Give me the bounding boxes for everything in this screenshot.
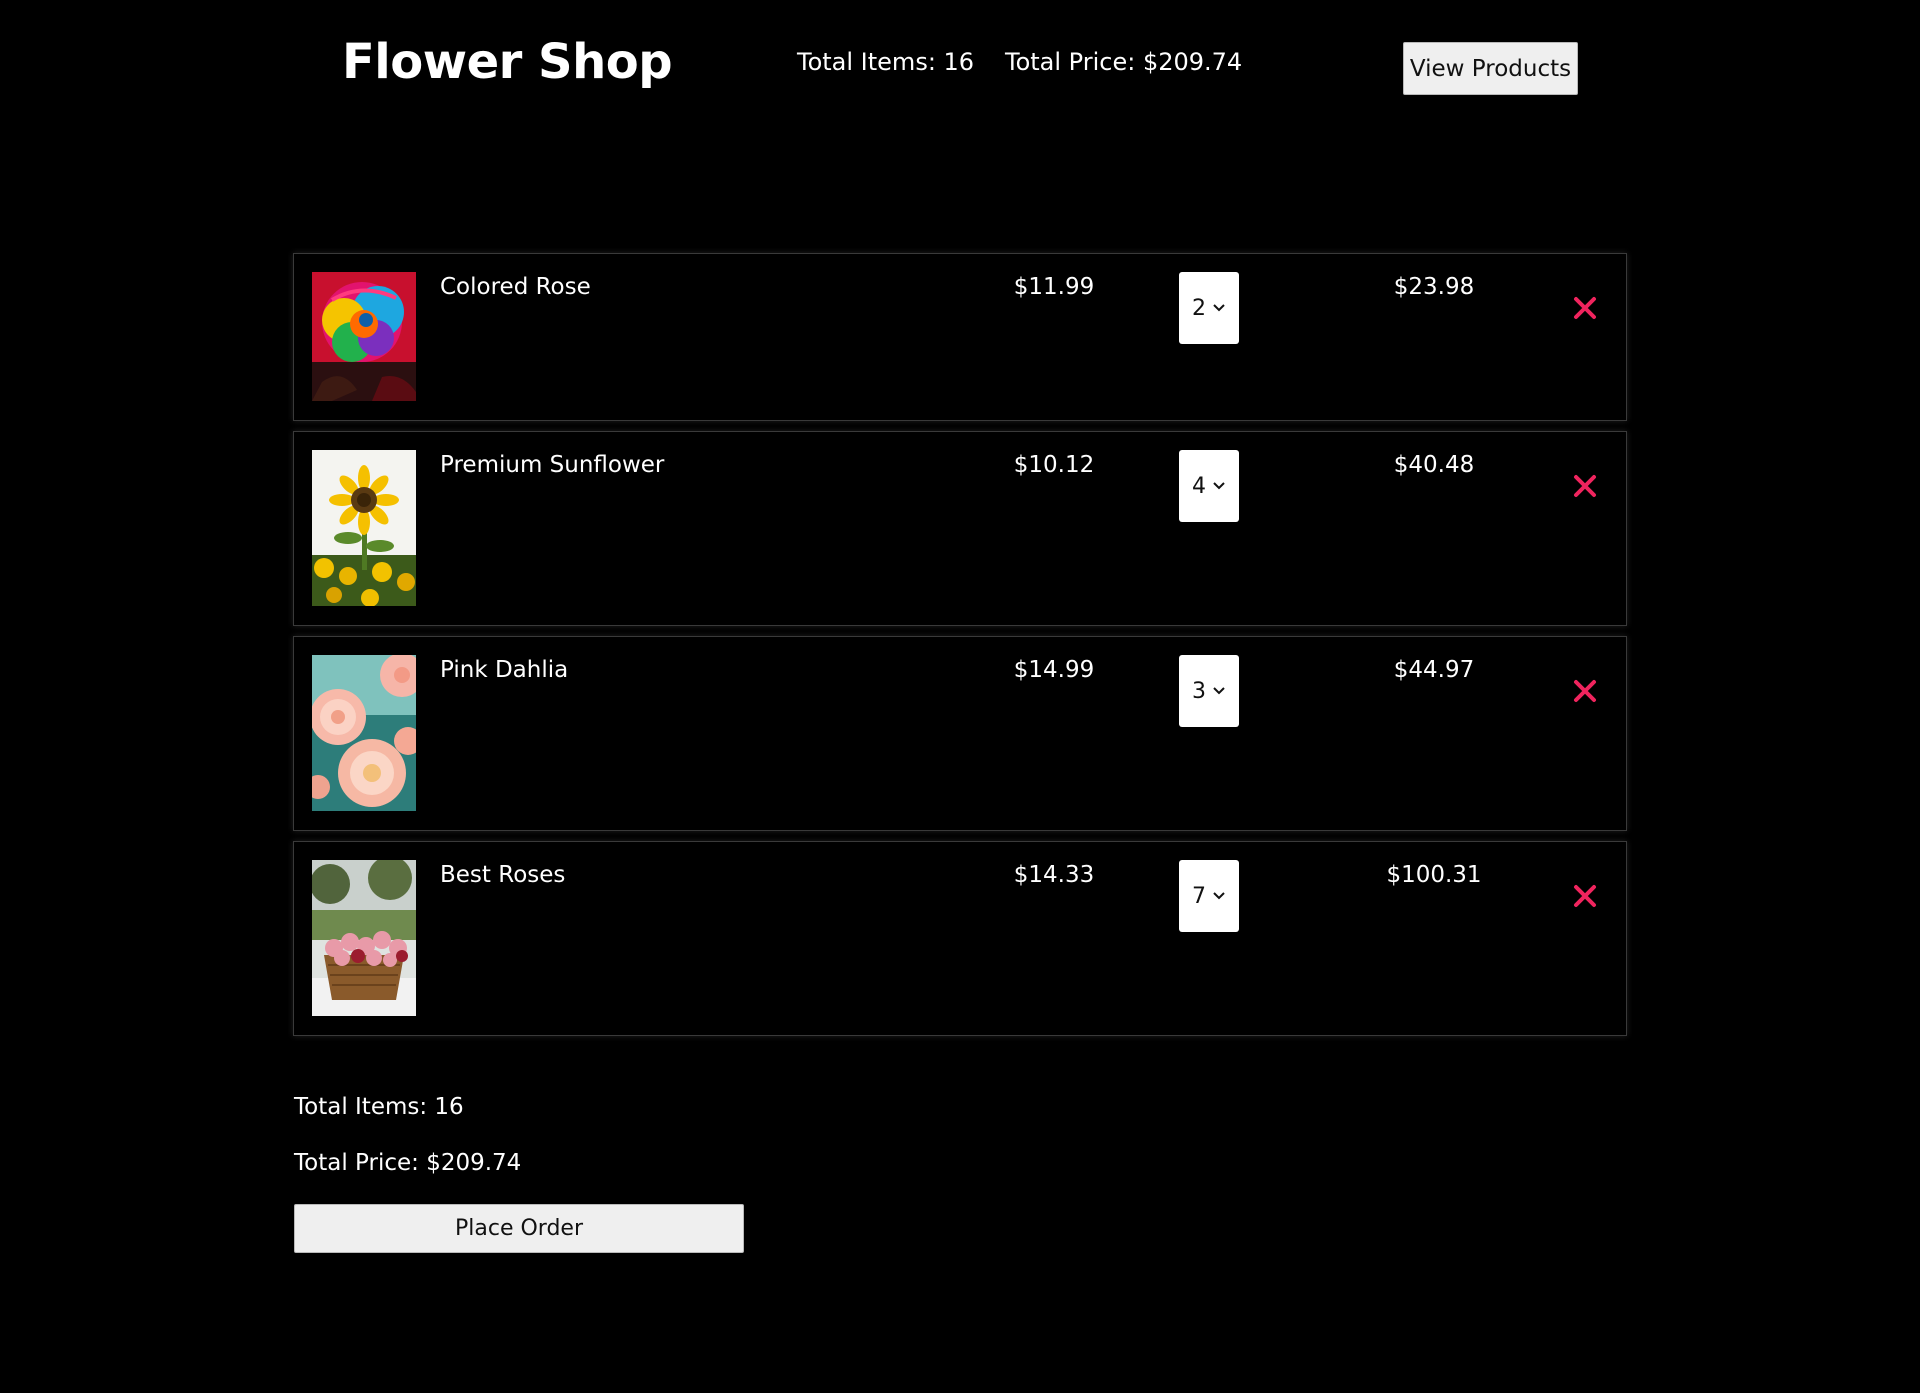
unit-price: $14.99	[1013, 657, 1095, 683]
quantity-select[interactable]: 4	[1179, 450, 1239, 522]
product-name: Pink Dahlia	[440, 657, 569, 683]
quantity-value: 7	[1192, 883, 1206, 909]
line-subtotal: $40.48	[1393, 452, 1475, 478]
quantity-value: 2	[1192, 295, 1206, 321]
remove-item-button[interactable]	[1569, 470, 1601, 502]
line-subtotal: $23.98	[1393, 274, 1475, 300]
remove-item-button[interactable]	[1569, 880, 1601, 912]
view-products-button[interactable]: View Products	[1403, 42, 1578, 95]
cart-item-row: Colored Rose $11.99 2 $23.98	[293, 253, 1627, 421]
chevron-down-icon	[1213, 687, 1225, 695]
product-name: Premium Sunflower	[440, 452, 665, 478]
pink-dahlia-image	[312, 655, 416, 811]
header-total-price: Total Price: $209.74	[1005, 48, 1243, 76]
chevron-down-icon	[1213, 304, 1225, 312]
header-total-items: Total Items: 16	[797, 48, 975, 76]
cart-list: Colored Rose $11.99 2 $23.98 Premium Sun…	[293, 253, 1627, 1046]
quantity-select[interactable]: 3	[1179, 655, 1239, 727]
cart-item-row: Pink Dahlia $14.99 3 $44.97	[293, 636, 1627, 831]
cart-item-row: Best Roses $14.33 7 $100.31	[293, 841, 1627, 1036]
header: Flower Shop Total Items: 16 Total Price:…	[0, 0, 1920, 130]
line-subtotal: $44.97	[1393, 657, 1475, 683]
unit-price: $14.33	[1013, 862, 1095, 888]
close-icon	[1574, 680, 1596, 702]
cart-item-row: Premium Sunflower $10.12 4 $40.48	[293, 431, 1627, 626]
quantity-value: 3	[1192, 678, 1206, 704]
unit-price: $10.12	[1013, 452, 1095, 478]
rose-basket-image	[312, 860, 416, 1016]
chevron-down-icon	[1213, 482, 1225, 490]
close-icon	[1574, 297, 1596, 319]
sunflower-image	[312, 450, 416, 606]
place-order-button[interactable]: Place Order	[294, 1204, 744, 1253]
summary-total-price: Total Price: $209.74	[294, 1150, 522, 1176]
cart-page: Flower Shop Total Items: 16 Total Price:…	[0, 0, 1920, 1393]
remove-item-button[interactable]	[1569, 292, 1601, 324]
quantity-select[interactable]: 2	[1179, 272, 1239, 344]
line-subtotal: $100.31	[1386, 862, 1482, 888]
remove-item-button[interactable]	[1569, 675, 1601, 707]
close-icon	[1574, 885, 1596, 907]
product-name: Colored Rose	[440, 274, 591, 300]
product-name: Best Roses	[440, 862, 566, 888]
summary-total-items: Total Items: 16	[294, 1094, 464, 1120]
rainbow-rose-image	[312, 272, 416, 401]
site-title: Flower Shop	[342, 34, 673, 90]
quantity-select[interactable]: 7	[1179, 860, 1239, 932]
close-icon	[1574, 475, 1596, 497]
quantity-value: 4	[1192, 473, 1206, 499]
unit-price: $11.99	[1013, 274, 1095, 300]
chevron-down-icon	[1213, 892, 1225, 900]
